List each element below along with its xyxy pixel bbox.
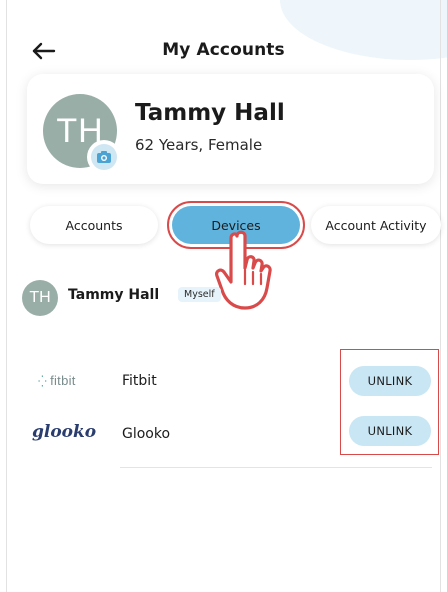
profile-age-gender: 62 Years, Female: [135, 136, 263, 154]
glooko-logo: glooko: [32, 422, 97, 442]
tab-accounts[interactable]: Accounts: [30, 206, 158, 244]
profile-name: Tammy Hall: [135, 100, 285, 126]
change-photo-button[interactable]: [87, 140, 121, 174]
fitbit-logo-text: fitbit: [50, 373, 76, 388]
unlink-fitbit-button[interactable]: UNLINK: [349, 366, 431, 396]
member-avatar: TH: [22, 280, 58, 316]
tab-devices[interactable]: Devices: [167, 201, 305, 249]
profile-card: TH Tammy Hall 62 Years, Female: [27, 74, 434, 184]
unlink-glooko-button[interactable]: UNLINK: [349, 416, 431, 446]
fitbit-logo: ⁛ fitbit: [38, 373, 76, 388]
page-title: My Accounts: [162, 40, 285, 60]
camera-icon: [97, 151, 111, 163]
device-name-fitbit: Fitbit: [122, 373, 157, 389]
tab-account-activity[interactable]: Account Activity: [311, 206, 441, 244]
member-name: Tammy Hall: [68, 287, 160, 303]
my-accounts-screen: My Accounts TH Tammy Hall 62 Years, Fema…: [0, 0, 447, 592]
device-name-glooko: Glooko: [122, 426, 171, 442]
myself-badge: Myself: [178, 287, 221, 302]
frame-border-right: [440, 0, 441, 592]
frame-border-left: [6, 0, 7, 592]
list-divider: [120, 467, 432, 468]
